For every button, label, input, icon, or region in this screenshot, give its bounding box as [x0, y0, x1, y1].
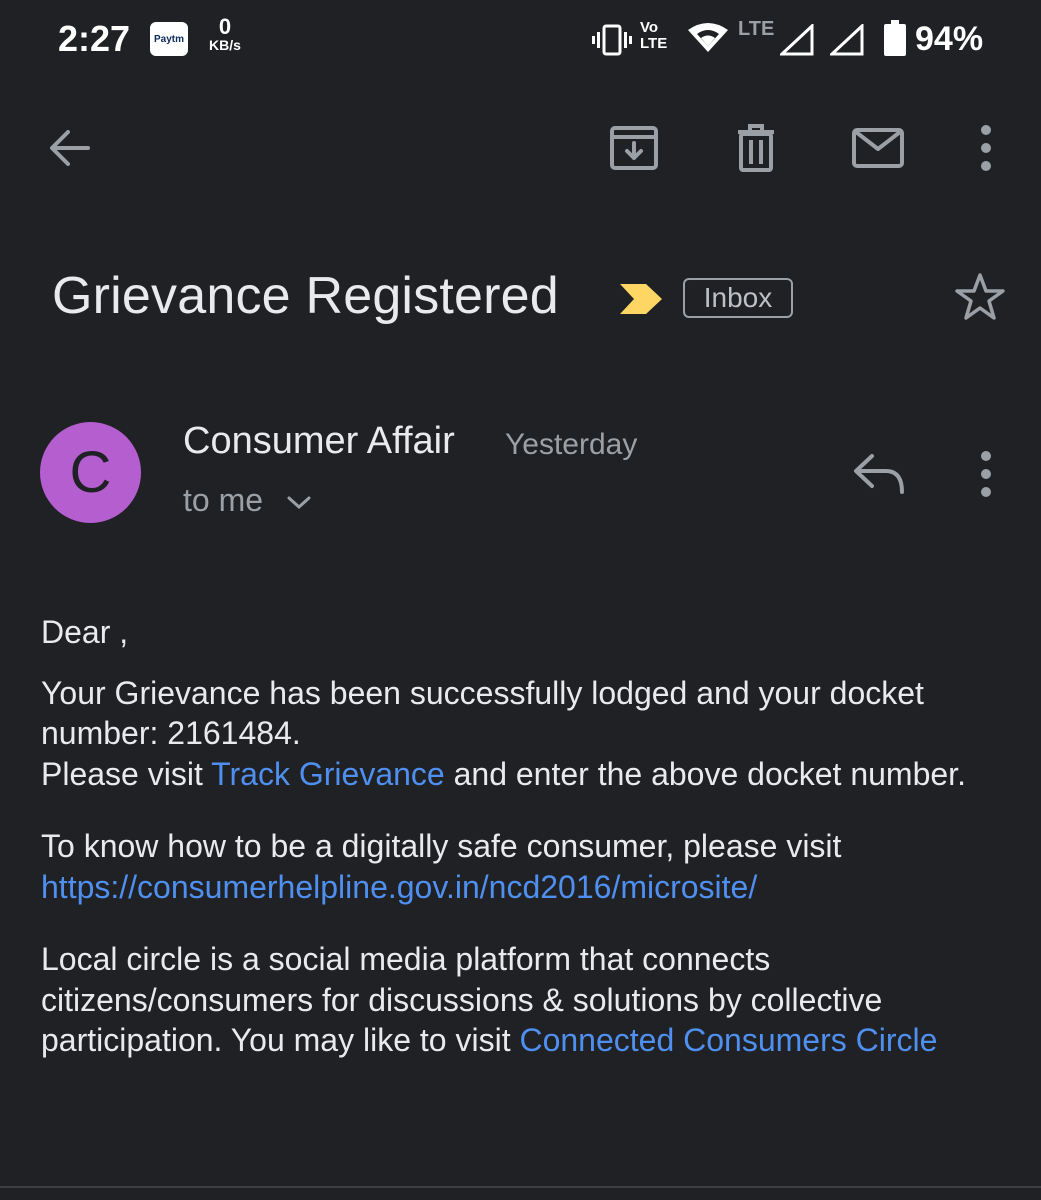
- safe-consumer-text: To know how to be a digitally safe consu…: [41, 828, 842, 864]
- battery-icon: [884, 20, 906, 56]
- greeting: Dear ,: [41, 614, 129, 650]
- lte-label: LTE: [738, 18, 775, 40]
- inbox-label-badge[interactable]: Inbox: [683, 278, 793, 318]
- battery-percent: 94%: [915, 20, 984, 58]
- recipient-label: to me: [183, 482, 264, 518]
- important-marker-icon[interactable]: [618, 282, 664, 316]
- volte-label-top: Vo: [640, 19, 659, 36]
- wifi-icon: [688, 23, 728, 52]
- sender-timestamp: Yesterday: [505, 428, 638, 461]
- connected-consumers-link[interactable]: Connected Consumers Circle: [519, 1022, 937, 1058]
- sender-name: Consumer Affair: [183, 420, 455, 462]
- avatar[interactable]: C: [40, 422, 141, 523]
- signal-icon-2: [830, 24, 864, 56]
- delete-icon[interactable]: [728, 120, 784, 176]
- volte-icon: Vo LTE: [640, 20, 676, 52]
- docket-text: Your Grievance has been successfully lod…: [41, 674, 924, 752]
- visit-suffix: and enter the above docket number.: [444, 755, 966, 792]
- visit-prefix: Please visit: [41, 755, 212, 792]
- body-paragraph-2: To know how to be a digitally safe consu…: [41, 826, 1001, 907]
- signal-icon: [780, 24, 814, 56]
- status-time: 2:27: [58, 18, 131, 59]
- microsite-link[interactable]: https://consumerhelpline.gov.in/ncd2016/…: [41, 869, 757, 905]
- paytm-icon: Paytm: [150, 22, 188, 56]
- paytm-label: Paytm: [153, 33, 184, 45]
- email-subject: Grievance Registered: [52, 267, 559, 325]
- status-bar: 2:27 Paytm 0 KB/s Vo LTE LTE 94%: [0, 0, 1041, 80]
- message-more-icon[interactable]: [960, 448, 1012, 500]
- track-grievance-link[interactable]: Track Grievance: [211, 756, 445, 792]
- divider: [0, 1186, 1041, 1188]
- more-vert-icon[interactable]: [958, 120, 1014, 176]
- body-paragraph-1: Your Grievance has been successfully lod…: [41, 673, 1001, 795]
- mark-unread-icon[interactable]: [850, 120, 906, 176]
- net-speed-value: 0: [218, 14, 232, 39]
- chevron-down-icon: [287, 496, 311, 509]
- back-arrow-icon[interactable]: [42, 120, 98, 176]
- vibrate-icon: [592, 24, 632, 56]
- net-speed: 0 KB/s: [203, 14, 247, 53]
- volte-label-bottom: LTE: [640, 35, 668, 52]
- email-body: Dear , Your Grievance has been successfu…: [41, 612, 1001, 1093]
- net-speed-unit: KB/s: [209, 37, 241, 53]
- reply-icon[interactable]: [852, 452, 908, 496]
- star-icon[interactable]: [954, 272, 1006, 322]
- body-paragraph-3: Local circle is a social media platform …: [41, 939, 1001, 1061]
- recipient-toggle[interactable]: to me: [183, 482, 312, 519]
- archive-icon[interactable]: [606, 120, 662, 176]
